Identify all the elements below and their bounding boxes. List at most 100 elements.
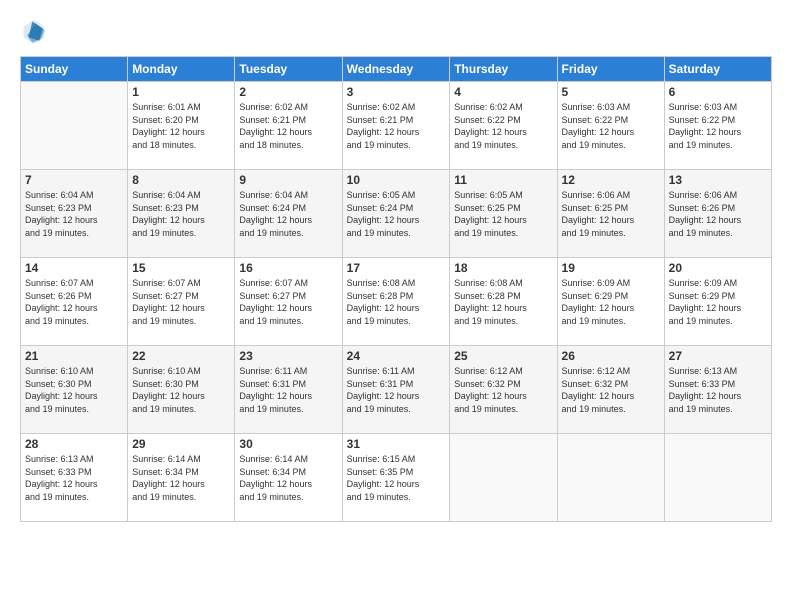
day-number: 21 <box>25 349 123 363</box>
day-number: 5 <box>562 85 660 99</box>
calendar-table: SundayMondayTuesdayWednesdayThursdayFrid… <box>20 56 772 522</box>
calendar-cell: 29Sunrise: 6:14 AM Sunset: 6:34 PM Dayli… <box>128 434 235 522</box>
day-number: 17 <box>347 261 446 275</box>
day-number: 10 <box>347 173 446 187</box>
calendar-week-row: 28 Sunrise: 6:13 AM Sunset: 6:33 PM Dayli… <box>21 434 772 522</box>
calendar-cell: 6 Sunrise: 6:03 AM Sunset: 6:22 PM Daylig… <box>664 82 771 170</box>
day-number: 23 <box>239 349 337 363</box>
day-info: Sunrise: 6:09 AM Sunset: 6:29 PM Dayligh… <box>669 277 767 327</box>
calendar-cell: 30 Sunrise: 6:14 AM Sunset: 6:34 PM Dayli… <box>235 434 342 522</box>
day-info: Sunrise: 6:10 AM Sunset: 6:30 PM Dayligh… <box>132 365 230 415</box>
day-info: Sunrise: 6:06 AM Sunset: 6:25 PM Dayligh… <box>562 189 660 239</box>
calendar-cell: 14 Sunrise: 6:07 AM Sunset: 6:26 PM Dayli… <box>21 258 128 346</box>
calendar-cell: 1 Sunrise: 6:01 AM Sunset: 6:20 PM Daylig… <box>128 82 235 170</box>
calendar-week-row: 14 Sunrise: 6:07 AM Sunset: 6:26 PM Dayli… <box>21 258 772 346</box>
day-number: 22 <box>132 349 230 363</box>
day-info: Sunrise: 6:02 AM Sunset: 6:21 PM Dayligh… <box>239 101 337 151</box>
day-info: Sunrise: 6:05 AM Sunset: 6:24 PM Dayligh… <box>347 189 446 239</box>
calendar-cell: 20 Sunrise: 6:09 AM Sunset: 6:29 PM Dayli… <box>664 258 771 346</box>
calendar-cell: 18Sunrise: 6:08 AM Sunset: 6:28 PM Dayli… <box>450 258 557 346</box>
day-info: Sunrise: 6:03 AM Sunset: 6:22 PM Dayligh… <box>562 101 660 151</box>
day-number: 14 <box>25 261 123 275</box>
day-info: Sunrise: 6:13 AM Sunset: 6:33 PM Dayligh… <box>25 453 123 503</box>
calendar-cell: 21 Sunrise: 6:10 AM Sunset: 6:30 PM Dayli… <box>21 346 128 434</box>
day-number: 2 <box>239 85 337 99</box>
calendar-cell: 4 Sunrise: 6:02 AM Sunset: 6:22 PM Daylig… <box>450 82 557 170</box>
day-number: 30 <box>239 437 337 451</box>
day-number: 28 <box>25 437 123 451</box>
calendar-cell: 31 Sunrise: 6:15 AM Sunset: 6:35 PM Dayli… <box>342 434 450 522</box>
day-number: 3 <box>347 85 446 99</box>
day-number: 27 <box>669 349 767 363</box>
calendar-cell: 13 Sunrise: 6:06 AM Sunset: 6:26 PM Dayli… <box>664 170 771 258</box>
day-number: 24 <box>347 349 446 363</box>
calendar-cell: 15Sunrise: 6:07 AM Sunset: 6:27 PM Dayli… <box>128 258 235 346</box>
calendar-cell: 9 Sunrise: 6:04 AM Sunset: 6:24 PM Daylig… <box>235 170 342 258</box>
day-info: Sunrise: 6:09 AM Sunset: 6:29 PM Dayligh… <box>562 277 660 327</box>
calendar-weekday-friday: Friday <box>557 57 664 82</box>
day-info: Sunrise: 6:02 AM Sunset: 6:21 PM Dayligh… <box>347 101 446 151</box>
day-info: Sunrise: 6:10 AM Sunset: 6:30 PM Dayligh… <box>25 365 123 415</box>
calendar-cell: 11Sunrise: 6:05 AM Sunset: 6:25 PM Dayli… <box>450 170 557 258</box>
logo-icon <box>20 18 48 46</box>
calendar-header-row: SundayMondayTuesdayWednesdayThursdayFrid… <box>21 57 772 82</box>
day-number: 9 <box>239 173 337 187</box>
calendar-cell: 26 Sunrise: 6:12 AM Sunset: 6:32 PM Dayli… <box>557 346 664 434</box>
calendar-cell <box>664 434 771 522</box>
day-info: Sunrise: 6:04 AM Sunset: 6:24 PM Dayligh… <box>239 189 337 239</box>
day-number: 26 <box>562 349 660 363</box>
calendar-cell: 23 Sunrise: 6:11 AM Sunset: 6:31 PM Dayli… <box>235 346 342 434</box>
calendar-cell <box>450 434 557 522</box>
calendar-week-row: 1 Sunrise: 6:01 AM Sunset: 6:20 PM Daylig… <box>21 82 772 170</box>
calendar-cell: 22 Sunrise: 6:10 AM Sunset: 6:30 PM Dayli… <box>128 346 235 434</box>
day-number: 31 <box>347 437 446 451</box>
calendar-cell: 2 Sunrise: 6:02 AM Sunset: 6:21 PM Daylig… <box>235 82 342 170</box>
calendar-cell: 7Sunrise: 6:04 AM Sunset: 6:23 PM Daylig… <box>21 170 128 258</box>
calendar-cell: 12 Sunrise: 6:06 AM Sunset: 6:25 PM Dayli… <box>557 170 664 258</box>
day-number: 8 <box>132 173 230 187</box>
calendar-weekday-wednesday: Wednesday <box>342 57 450 82</box>
calendar-cell: 3 Sunrise: 6:02 AM Sunset: 6:21 PM Daylig… <box>342 82 450 170</box>
calendar-weekday-sunday: Sunday <box>21 57 128 82</box>
calendar-weekday-monday: Monday <box>128 57 235 82</box>
day-number: 13 <box>669 173 767 187</box>
day-info: Sunrise: 6:03 AM Sunset: 6:22 PM Dayligh… <box>669 101 767 151</box>
calendar-cell: 24 Sunrise: 6:11 AM Sunset: 6:31 PM Dayli… <box>342 346 450 434</box>
day-number: 4 <box>454 85 552 99</box>
day-number: 12 <box>562 173 660 187</box>
calendar-week-row: 21 Sunrise: 6:10 AM Sunset: 6:30 PM Dayli… <box>21 346 772 434</box>
day-info: Sunrise: 6:15 AM Sunset: 6:35 PM Dayligh… <box>347 453 446 503</box>
day-info: Sunrise: 6:06 AM Sunset: 6:26 PM Dayligh… <box>669 189 767 239</box>
day-info: Sunrise: 6:12 AM Sunset: 6:32 PM Dayligh… <box>562 365 660 415</box>
calendar-cell: 5 Sunrise: 6:03 AM Sunset: 6:22 PM Daylig… <box>557 82 664 170</box>
calendar-cell: 28 Sunrise: 6:13 AM Sunset: 6:33 PM Dayli… <box>21 434 128 522</box>
day-info: Sunrise: 6:02 AM Sunset: 6:22 PM Dayligh… <box>454 101 552 151</box>
day-info: Sunrise: 6:11 AM Sunset: 6:31 PM Dayligh… <box>239 365 337 415</box>
day-number: 19 <box>562 261 660 275</box>
day-info: Sunrise: 6:07 AM Sunset: 6:26 PM Dayligh… <box>25 277 123 327</box>
day-info: Sunrise: 6:04 AM Sunset: 6:23 PM Dayligh… <box>132 189 230 239</box>
calendar-cell <box>21 82 128 170</box>
calendar-cell: 16Sunrise: 6:07 AM Sunset: 6:27 PM Dayli… <box>235 258 342 346</box>
calendar-cell: 8 Sunrise: 6:04 AM Sunset: 6:23 PM Daylig… <box>128 170 235 258</box>
day-number: 6 <box>669 85 767 99</box>
calendar-weekday-tuesday: Tuesday <box>235 57 342 82</box>
day-number: 20 <box>669 261 767 275</box>
day-number: 1 <box>132 85 230 99</box>
calendar-week-row: 7Sunrise: 6:04 AM Sunset: 6:23 PM Daylig… <box>21 170 772 258</box>
calendar-cell: 25 Sunrise: 6:12 AM Sunset: 6:32 PM Dayli… <box>450 346 557 434</box>
calendar-cell: 10 Sunrise: 6:05 AM Sunset: 6:24 PM Dayli… <box>342 170 450 258</box>
day-info: Sunrise: 6:01 AM Sunset: 6:20 PM Dayligh… <box>132 101 230 151</box>
day-info: Sunrise: 6:11 AM Sunset: 6:31 PM Dayligh… <box>347 365 446 415</box>
day-number: 18 <box>454 261 552 275</box>
page: SundayMondayTuesdayWednesdayThursdayFrid… <box>0 0 792 612</box>
calendar-weekday-saturday: Saturday <box>664 57 771 82</box>
day-number: 16 <box>239 261 337 275</box>
day-number: 25 <box>454 349 552 363</box>
day-info: Sunrise: 6:12 AM Sunset: 6:32 PM Dayligh… <box>454 365 552 415</box>
day-info: Sunrise: 6:14 AM Sunset: 6:34 PM Dayligh… <box>132 453 230 503</box>
day-info: Sunrise: 6:14 AM Sunset: 6:34 PM Dayligh… <box>239 453 337 503</box>
calendar-cell: 17Sunrise: 6:08 AM Sunset: 6:28 PM Dayli… <box>342 258 450 346</box>
day-info: Sunrise: 6:04 AM Sunset: 6:23 PM Dayligh… <box>25 189 123 239</box>
day-number: 11 <box>454 173 552 187</box>
